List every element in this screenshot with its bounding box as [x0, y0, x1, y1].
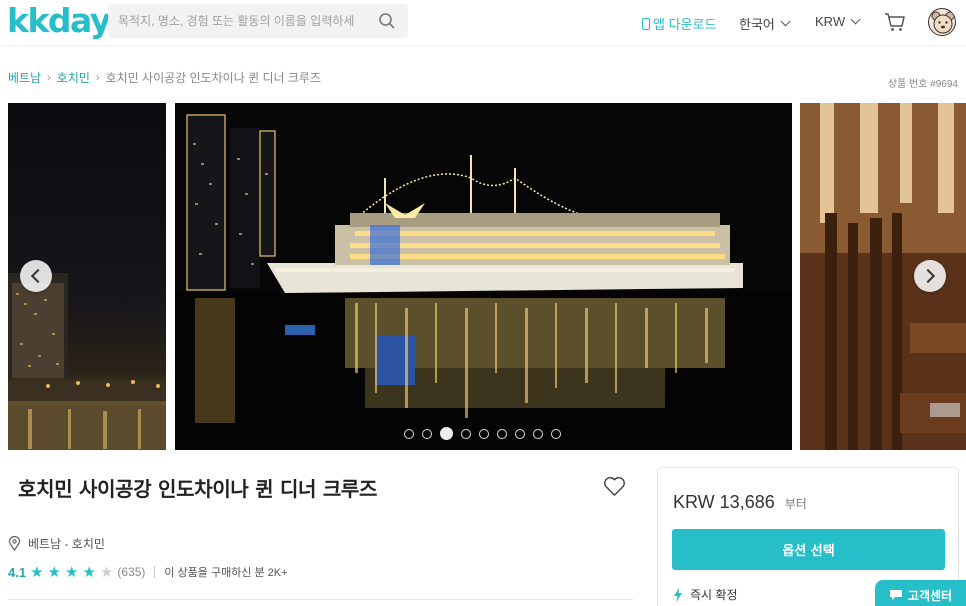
chevron-right-icon: ›	[95, 71, 100, 84]
gallery-dot[interactable]	[533, 428, 543, 439]
star-empty-icon: ★	[99, 563, 114, 581]
breadcrumb-item-vietnam[interactable]: 베트남	[8, 69, 41, 86]
gallery-dot[interactable]	[404, 428, 414, 439]
rating-score: 4.1	[8, 564, 27, 580]
divider	[154, 566, 156, 578]
product-number: 상품 번호 #9694	[887, 79, 958, 90]
instant-confirm-label: 즉시 확정	[690, 588, 738, 602]
top-header: kkday 앱 다운로드 한국어 KRW	[0, 0, 966, 46]
gallery-dot[interactable]	[515, 428, 525, 439]
bear-avatar-icon	[931, 11, 955, 34]
gallery-dot[interactable]	[551, 428, 561, 439]
purchase-count: 이 상품을 구매하신 분 2K+	[164, 567, 288, 579]
customer-center-button[interactable]: 고객센터	[875, 580, 966, 606]
chevron-right-icon: ›	[47, 71, 51, 84]
language-label: 한국어	[739, 17, 775, 32]
location-pin-icon	[8, 536, 21, 551]
customer-center-label: 고객센터	[907, 588, 953, 603]
cruise-ship-photo	[175, 103, 792, 450]
gallery-next-button[interactable]	[914, 260, 946, 292]
gallery-dot-active[interactable]	[440, 427, 453, 440]
app-download-label: 앱 다운로드	[653, 17, 717, 32]
currency-selector[interactable]: KRW	[815, 14, 861, 29]
currency-label: KRW	[815, 14, 846, 29]
chat-icon	[889, 590, 902, 600]
star-icon: ★	[64, 563, 79, 581]
gallery-photo-main[interactable]	[175, 103, 792, 450]
kkday-logo[interactable]: kkday	[7, 4, 111, 38]
cart-icon[interactable]	[884, 12, 906, 32]
gallery-dot[interactable]	[497, 428, 507, 439]
gallery-pagination	[404, 427, 561, 440]
price-suffix: 부터	[784, 497, 807, 511]
photo-gallery	[0, 103, 966, 450]
star-icon: ★	[30, 563, 44, 581]
product-title: 호치민 사이공강 인도차이나 퀸 디너 크루즈	[18, 477, 378, 501]
breadcrumb: 베트남 › 호치민 › 호치민 사이공강 인도차이나 퀸 디너 크루즈	[8, 69, 321, 86]
price-value: KRW 13,686	[673, 492, 775, 512]
star-icon: ★	[47, 563, 61, 581]
gallery-dot[interactable]	[461, 428, 471, 439]
search-box[interactable]	[108, 4, 408, 38]
gallery-dot[interactable]	[422, 428, 432, 439]
breadcrumb-item-hochiminh[interactable]: 호치민	[57, 69, 90, 86]
product-rating: 4.1 ★ ★ ★ ★ ★ (635) 이 상품을 구매하신 분 2K+	[8, 564, 288, 580]
select-option-button[interactable]: 옵션 선택	[672, 529, 945, 570]
review-count[interactable]: (635)	[117, 565, 145, 579]
app-download-link[interactable]: 앱 다운로드	[642, 14, 716, 33]
instant-confirm: 즉시 확정	[674, 586, 738, 603]
gallery-dot[interactable]	[479, 428, 489, 439]
location-label: 베트남 - 호치민	[28, 537, 105, 551]
search-icon[interactable]	[378, 12, 396, 30]
search-input[interactable]	[118, 4, 373, 38]
product-location: 베트남 - 호치민	[8, 535, 105, 552]
breadcrumb-current: 호치민 사이공강 인도차이나 퀸 디너 크루즈	[105, 71, 321, 85]
chevron-down-icon	[780, 16, 791, 27]
language-selector[interactable]: 한국어	[739, 14, 791, 33]
heart-icon[interactable]	[603, 476, 626, 497]
gallery-prev-button[interactable]	[20, 260, 52, 292]
chevron-down-icon	[850, 14, 861, 25]
section-divider	[8, 599, 633, 600]
phone-icon	[642, 17, 650, 30]
price-display: KRW 13,686 부터	[673, 492, 807, 513]
user-avatar[interactable]	[928, 8, 956, 36]
lightning-icon	[674, 587, 682, 602]
star-icon: ★	[82, 563, 96, 581]
